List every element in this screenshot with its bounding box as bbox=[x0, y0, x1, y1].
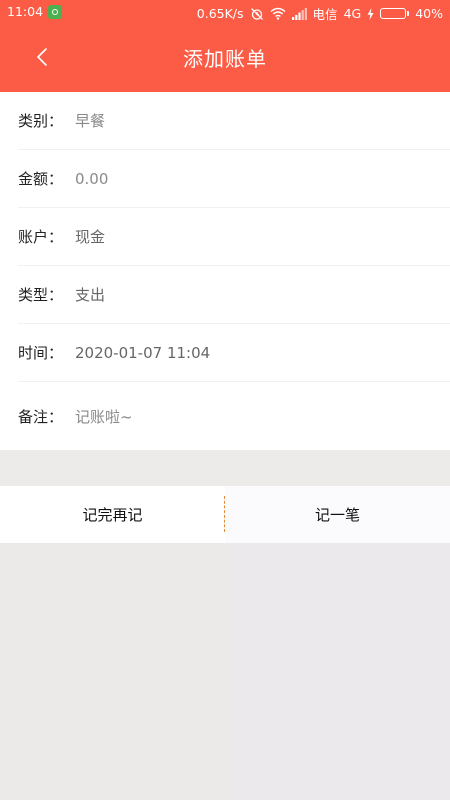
account-label: 账户： bbox=[18, 228, 64, 246]
bill-form: 类别： 早餐 金额： 0.00 账户： 现金 类型： 支出 时间： 2020-0… bbox=[0, 92, 450, 450]
account-row[interactable]: 账户： 现金 bbox=[18, 208, 450, 266]
time-value: 2020-01-07 11:04 bbox=[75, 343, 211, 362]
time-label: 时间： bbox=[18, 344, 64, 362]
type-label: 类型： bbox=[18, 286, 64, 304]
app-notification-icon bbox=[48, 4, 63, 19]
empty-area-right bbox=[232, 543, 450, 800]
network-speed: 0.65K/s bbox=[196, 6, 244, 21]
save-and-continue-button[interactable]: 记完再记 bbox=[0, 486, 225, 543]
amount-input[interactable]: 0.00 bbox=[75, 170, 108, 188]
action-divider bbox=[224, 496, 225, 532]
type-row[interactable]: 类型： 支出 bbox=[18, 266, 450, 324]
note-input[interactable]: 记账啦~ bbox=[75, 406, 133, 427]
amount-row[interactable]: 金额： 0.00 bbox=[18, 150, 450, 208]
charging-icon bbox=[367, 7, 374, 20]
wifi-icon bbox=[270, 7, 286, 20]
time-row[interactable]: 时间： 2020-01-07 11:04 bbox=[18, 324, 450, 382]
account-value: 现金 bbox=[75, 228, 106, 246]
signal-icon bbox=[291, 7, 307, 20]
category-label: 类别： bbox=[18, 112, 64, 130]
type-value: 支出 bbox=[75, 286, 106, 304]
action-bar: 记完再记 记一笔 bbox=[0, 486, 450, 543]
amount-label: 金额： bbox=[18, 170, 64, 188]
note-row[interactable]: 备注： 记账啦~ bbox=[18, 382, 450, 450]
note-label: 备注： bbox=[18, 407, 64, 426]
category-row[interactable]: 类别： 早餐 bbox=[18, 92, 450, 150]
page-title: 添加账单 bbox=[183, 47, 267, 71]
network-type: 4G bbox=[343, 6, 362, 21]
empty-area-left bbox=[0, 543, 232, 800]
status-bar: 11:04 0.65K/s 电信 4G 40% bbox=[0, 0, 450, 24]
battery-percent: 40% bbox=[415, 6, 443, 21]
alarm-off-icon bbox=[250, 7, 264, 21]
carrier-name: 电信 bbox=[312, 7, 338, 22]
app-header: 11:04 0.65K/s 电信 4G 40% 添加账单 bbox=[0, 0, 450, 92]
category-value: 早餐 bbox=[75, 112, 106, 130]
status-time: 11:04 bbox=[7, 4, 44, 19]
battery-icon bbox=[380, 8, 410, 19]
save-button[interactable]: 记一笔 bbox=[225, 486, 450, 543]
